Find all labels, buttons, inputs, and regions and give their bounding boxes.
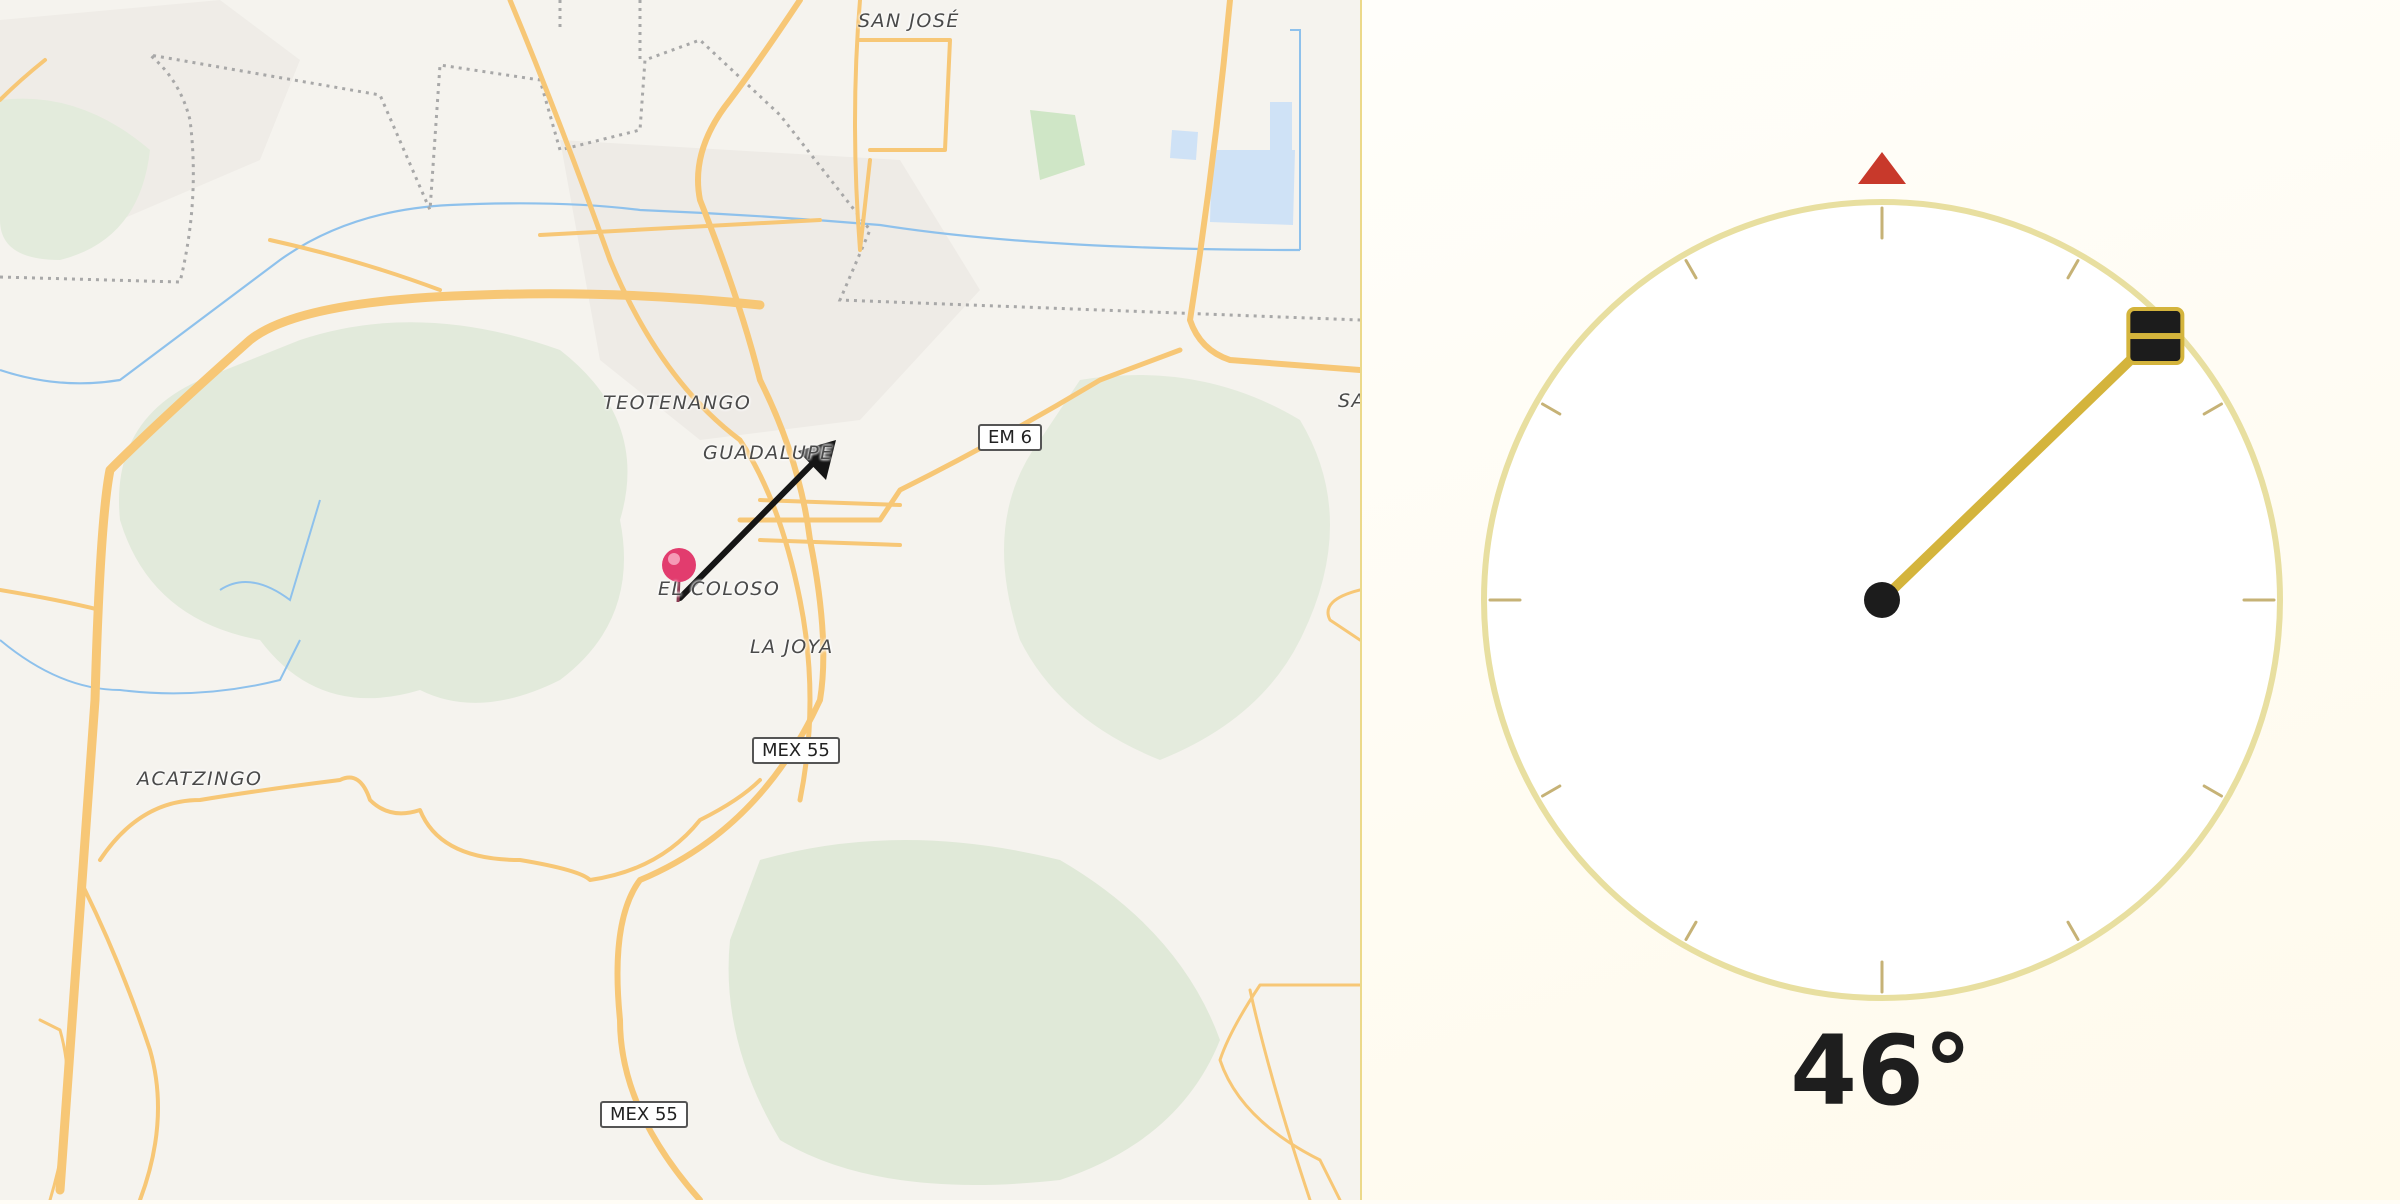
place-label-acatzingo: ACATZINGO xyxy=(137,768,263,790)
water-body xyxy=(1210,150,1295,225)
north-indicator-icon xyxy=(1858,152,1906,184)
place-label-el-coloso: EL COLOSO xyxy=(658,578,781,600)
place-label-la-joya: LA JOYA xyxy=(750,636,834,658)
map-canvas[interactable] xyxy=(0,0,1360,1200)
place-label-guadalupe: GUADALUPE xyxy=(703,442,834,464)
water-body xyxy=(1270,102,1292,150)
map-view[interactable]: SAN JOSÉ TEOTENANGO GUADALUPE EL COLOSO … xyxy=(0,0,1360,1200)
needle-pivot xyxy=(1864,582,1900,618)
place-label-teotenango: TEOTENANGO xyxy=(603,392,752,414)
water-body xyxy=(1170,130,1198,160)
place-label-san-jose: SAN JOSÉ xyxy=(858,10,960,32)
road-shield-em6: EM 6 xyxy=(978,424,1043,451)
needle-handle-icon[interactable] xyxy=(2126,307,2185,366)
heading-readout: 46° xyxy=(1790,1015,1972,1127)
road-shield-mex55: MEX 55 xyxy=(600,1101,688,1128)
place-label-sa: SA xyxy=(1338,390,1360,412)
road-shield-mex55: MEX 55 xyxy=(752,737,840,764)
